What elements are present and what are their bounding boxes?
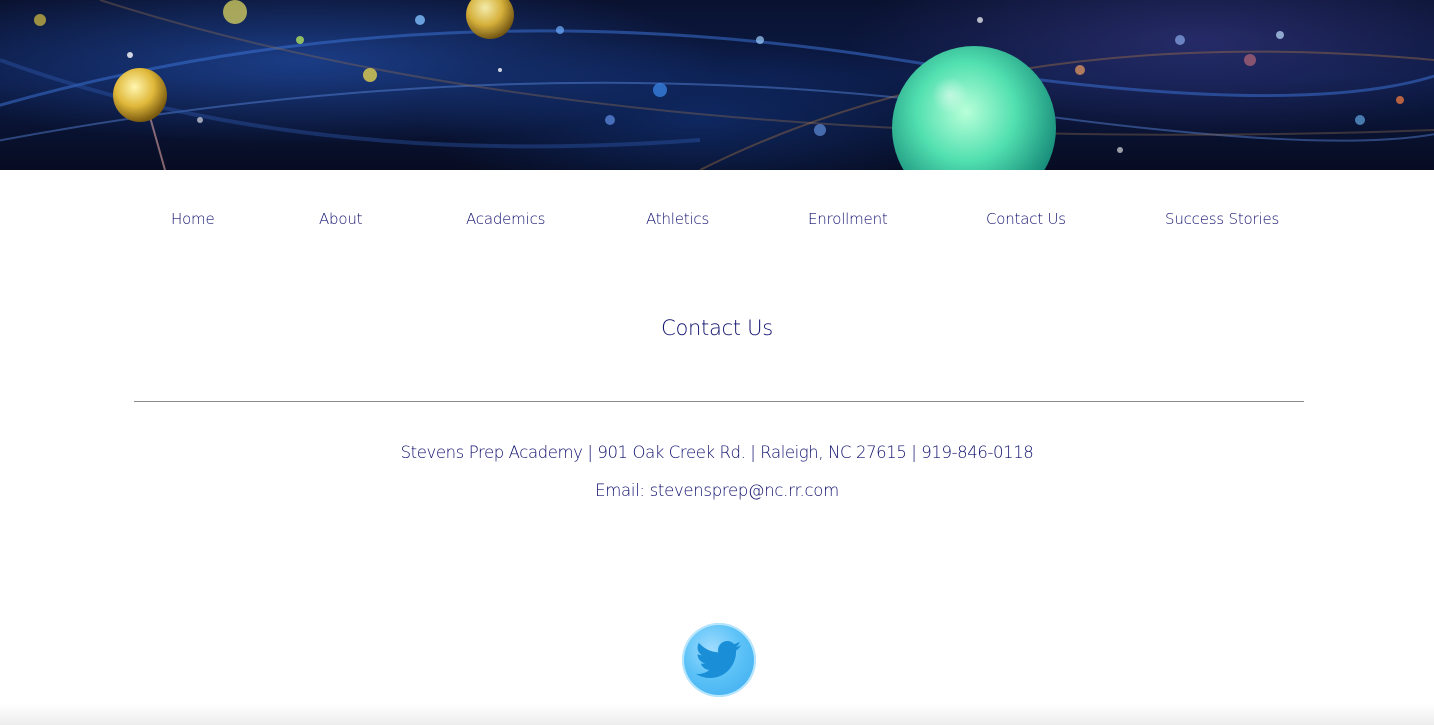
school-address: Stevens Prep Academy | 901 Oak Creek Rd.… — [400, 443, 1034, 462]
nav-item-athletics[interactable]: Athletics — [646, 210, 709, 228]
nav-item-academics[interactable]: Academics — [466, 210, 545, 228]
nav-item-about[interactable]: About — [319, 210, 363, 228]
main-navigation: Home About Academics Athletics Enrollmen… — [0, 210, 1434, 234]
twitter-bird-icon — [696, 641, 742, 679]
header-banner-image — [0, 0, 1434, 170]
space-orbs-artwork — [0, 0, 1434, 170]
email-line: Email: stevensprep@nc.rr.com — [0, 481, 1434, 500]
page-title: Contact Us — [661, 316, 773, 340]
email-link[interactable]: stevensprep@nc.rr.com — [650, 481, 840, 500]
twitter-button[interactable] — [682, 623, 756, 697]
nav-item-enrollment[interactable]: Enrollment — [808, 210, 888, 228]
footer-shadow — [0, 703, 1434, 725]
email-label: Email: — [595, 481, 650, 500]
nav-item-contact-us[interactable]: Contact Us — [986, 210, 1066, 228]
nav-item-home[interactable]: Home — [171, 210, 215, 228]
section-divider — [134, 401, 1304, 402]
nav-item-success-stories[interactable]: Success Stories — [1165, 210, 1279, 228]
